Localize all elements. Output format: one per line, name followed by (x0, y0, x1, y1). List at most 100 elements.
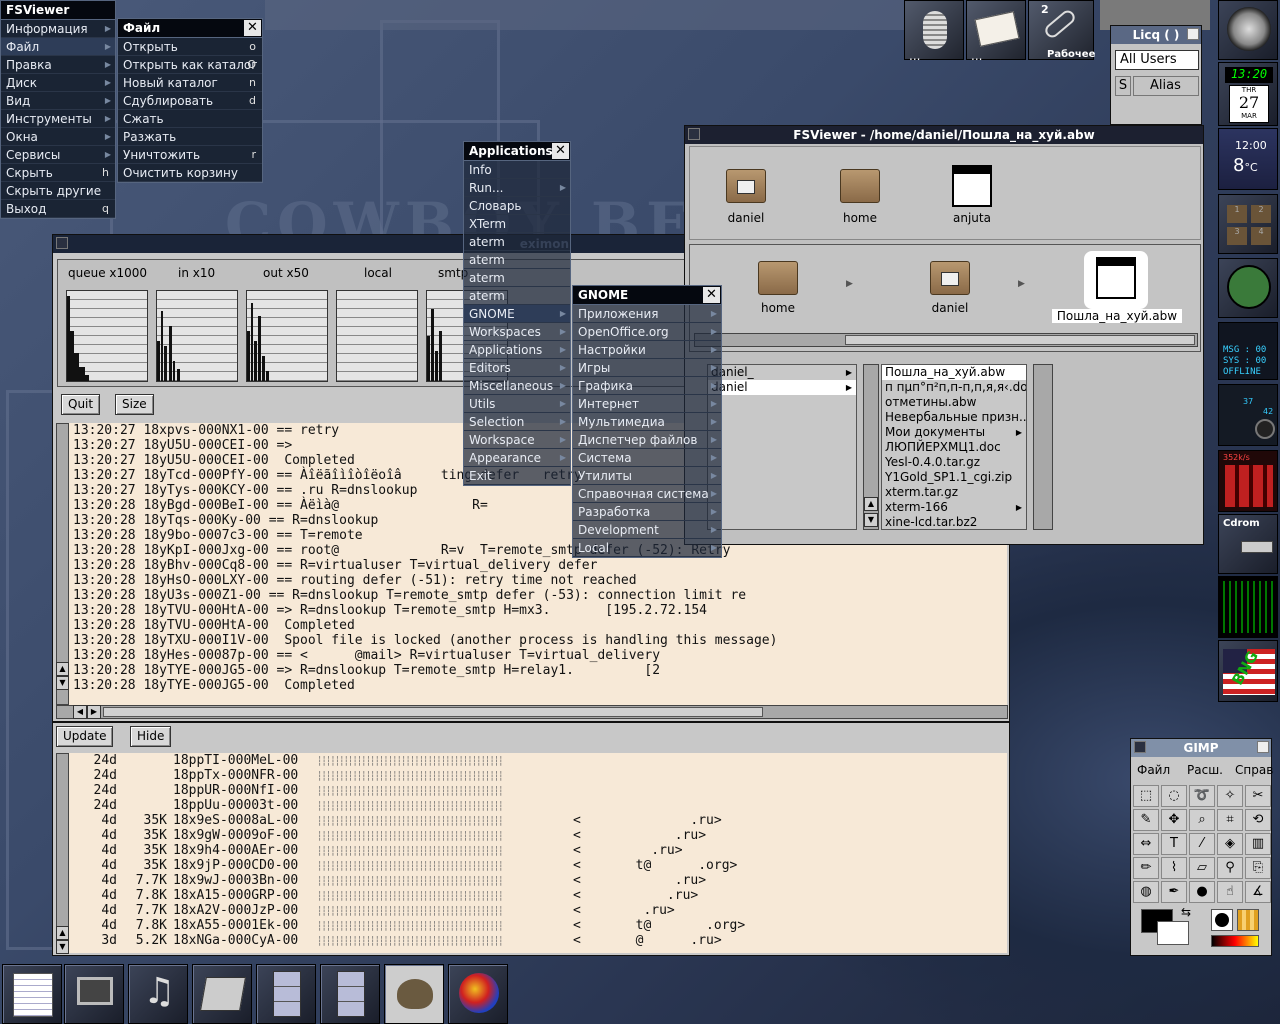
queue-row[interactable]: 4d 35K 18x9gW-0009oF-00 ┆┆┆┆┆┆┆┆┆┆┆┆┆┆┆┆┆┆┆… (83, 828, 1007, 843)
file-item[interactable]: Y1Gold_SP1.1_cgi.zip (882, 470, 1026, 485)
iconify-button[interactable] (56, 237, 68, 249)
gnome-menu-item[interactable]: Графика ▶ (573, 377, 721, 395)
desk-3[interactable]: 3 (1227, 227, 1247, 245)
dock-editor[interactable] (2, 964, 62, 1024)
scroll-up-arrow[interactable]: ▲ (864, 497, 878, 511)
eraser-icon[interactable]: ▱ (1189, 857, 1215, 879)
dock-netmon[interactable]: 352k/s (1218, 450, 1278, 512)
applications-menu-item[interactable]: aterm (464, 233, 570, 251)
app-menu-item[interactable]: Скрыть h (1, 164, 115, 182)
transform-icon[interactable]: ⟲ (1245, 809, 1271, 831)
browser-item[interactable]: daniel ▶ (708, 380, 856, 395)
zoom-icon[interactable]: ⌕ (1189, 809, 1215, 831)
app-menu-title[interactable]: FSViewer (1, 1, 115, 20)
gnome-menu-item[interactable]: Разработка ▶ (573, 503, 721, 521)
file-item[interactable]: Yesl-0.4.0.tar.gz (882, 455, 1026, 470)
dock-licq-status[interactable]: MSG : 00 SYS : 00 OFFLINE (1218, 322, 1278, 380)
browser-column-2[interactable]: Пошла_на_хуй.abw п пµп°п²п,п-п,п,я,я‹.doc… (881, 364, 1027, 530)
file-item[interactable]: Невербальные призн... (882, 410, 1026, 425)
size-button[interactable]: Size (115, 394, 154, 415)
app-menu-item[interactable]: Окна ▶ (1, 128, 115, 146)
file-menu-item[interactable]: Новый каталог n (118, 74, 262, 92)
browser-item[interactable]: daniel_ ▶ (708, 365, 856, 380)
app-menu-item[interactable]: Инструменты ▶ (1, 110, 115, 128)
applications-menu-item[interactable]: Appearance ▶ (464, 449, 570, 467)
queue-row[interactable]: 4d 35K 18x9h4-000AEr-00 ┆┆┆┆┆┆┆┆┆┆┆┆┆┆┆┆┆┆┆… (83, 843, 1007, 858)
file-item[interactable]: Мои документы ▶ (882, 425, 1026, 440)
app-menu-item[interactable]: Сервисы ▶ (1, 146, 115, 164)
gnome-menu-title[interactable]: GNOME ✕ (573, 286, 721, 305)
gnome-menu-item[interactable]: Диспетчер файлов ▶ (573, 431, 721, 449)
gimp-menu-xtns[interactable]: Расш. (1187, 763, 1223, 777)
clone-icon[interactable]: ⎘ (1245, 857, 1271, 879)
file-menu-item[interactable]: Очистить корзину (118, 164, 262, 182)
applications-menu-item[interactable]: aterm (464, 287, 570, 305)
brush-icon[interactable]: ⌇ (1161, 857, 1187, 879)
dock-file-cabinet[interactable] (256, 964, 316, 1024)
gradient-icon[interactable]: ▥ (1245, 833, 1271, 855)
dock-terminal[interactable] (64, 964, 124, 1024)
log-scrollbar[interactable]: ▲ ▼ (56, 423, 69, 705)
move-icon[interactable]: ✥ (1161, 809, 1187, 831)
file-item[interactable]: отметины.abw (882, 395, 1026, 410)
file-item[interactable]: xterm.tar.gz (882, 485, 1026, 500)
app-menu-item[interactable]: Скрыть другие (1, 182, 115, 200)
file-item[interactable]: ЛЮПЙЕРХМЦ1.doc (882, 440, 1026, 455)
file-menu-item[interactable]: Сжать (118, 110, 262, 128)
gimp-titlebar[interactable]: GIMP (1131, 739, 1271, 757)
dock-workspace[interactable]: 2 Рабочее (1028, 0, 1095, 60)
folder-icon[interactable] (840, 169, 880, 203)
desk-2[interactable]: 2 (1251, 205, 1271, 223)
dock-mail-launcher[interactable]: ... (966, 0, 1026, 63)
rect-select-icon[interactable]: ⬚ (1133, 785, 1159, 807)
queue-row[interactable]: 3d 5.2K 18xNGa-000CyA-00 ┆┆┆┆┆┆┆┆┆┆┆┆┆┆┆┆┆┆… (83, 933, 1007, 948)
file-menu-item[interactable]: Разжать (118, 128, 262, 146)
applications-menu-item[interactable]: Utils ▶ (464, 395, 570, 413)
gnome-menu-item[interactable]: Настройки ▶ (573, 341, 721, 359)
dock-mixer[interactable]: 37 42 (1218, 384, 1278, 446)
applications-menu-item[interactable]: Workspace ▶ (464, 431, 570, 449)
file-menu-item[interactable]: Уничтожить r (118, 146, 262, 164)
gnome-menu-item[interactable]: Утилиты ▶ (573, 467, 721, 485)
applications-menu-item[interactable]: Exit (464, 467, 570, 485)
dock-matrix[interactable] (1218, 576, 1278, 638)
dock-pager[interactable]: 1 2 3 4 (1218, 194, 1278, 254)
scroll-down-arrow[interactable]: ▼ (864, 513, 878, 527)
measure-icon[interactable]: ∡ (1245, 881, 1271, 903)
magic-wand-icon[interactable]: ✧ (1217, 785, 1243, 807)
applications-menu-item[interactable]: GNOME ▶ (464, 305, 570, 323)
convolve-icon[interactable]: ◍ (1133, 881, 1159, 903)
gimp-menu-help[interactable]: Справ (1235, 763, 1273, 777)
licq-col-alias[interactable]: Alias (1133, 76, 1199, 96)
iconify-button[interactable] (1134, 741, 1146, 753)
gnome-menu-item[interactable]: Local ▶ (573, 539, 721, 557)
licq-group-select[interactable]: All Users (1115, 50, 1199, 70)
file-menu-item[interactable]: Открыть как каталог O (118, 56, 262, 74)
file-item[interactable]: xterm-166 ▶ (882, 500, 1026, 515)
scissors-icon[interactable]: ✂ (1245, 785, 1271, 807)
applications-menu-item[interactable]: aterm (464, 269, 570, 287)
document-icon[interactable] (1096, 257, 1136, 299)
app-menu-item[interactable]: Вид ▶ (1, 92, 115, 110)
bezier-icon[interactable]: ✎ (1133, 809, 1159, 831)
lasso-icon[interactable]: ➰ (1189, 785, 1215, 807)
gnome-menu-item[interactable]: Приложения ▶ (573, 305, 721, 323)
file-item[interactable]: п пµп°п²п,п-п,п,я,я‹.doc (882, 380, 1026, 395)
gnome-menu-item[interactable]: Система ▶ (573, 449, 721, 467)
bucket-icon[interactable]: ◈ (1217, 833, 1243, 855)
applications-menu-item[interactable]: Run... ▶ (464, 179, 570, 197)
app-menu-item[interactable]: Файл ▶ (1, 38, 115, 56)
applications-menu-item[interactable]: XTerm (464, 215, 570, 233)
file-menu-title[interactable]: Файл ✕ (118, 19, 262, 38)
gimp-menu-file[interactable]: Файл (1137, 763, 1170, 777)
applications-menu-item[interactable]: aterm (464, 251, 570, 269)
document-icon[interactable] (952, 165, 992, 207)
gnome-menu-item[interactable]: OpenOffice.org ▶ (573, 323, 721, 341)
applications-menu-item[interactable]: Workspaces ▶ (464, 323, 570, 341)
app-menu-item[interactable]: Информация ▶ (1, 20, 115, 38)
browser-column-1[interactable]: daniel_ ▶ daniel ▶ (707, 364, 857, 530)
queue-row[interactable]: 4d 7.7K 18xA2V-000JzP-00 ┆┆┆┆┆┆┆┆┆┆┆┆┆┆┆┆┆┆… (83, 903, 1007, 918)
file-menu-item[interactable]: Открыть o (118, 38, 262, 56)
close-icon[interactable]: ✕ (703, 287, 720, 303)
desk-1[interactable]: 1 (1227, 205, 1247, 223)
